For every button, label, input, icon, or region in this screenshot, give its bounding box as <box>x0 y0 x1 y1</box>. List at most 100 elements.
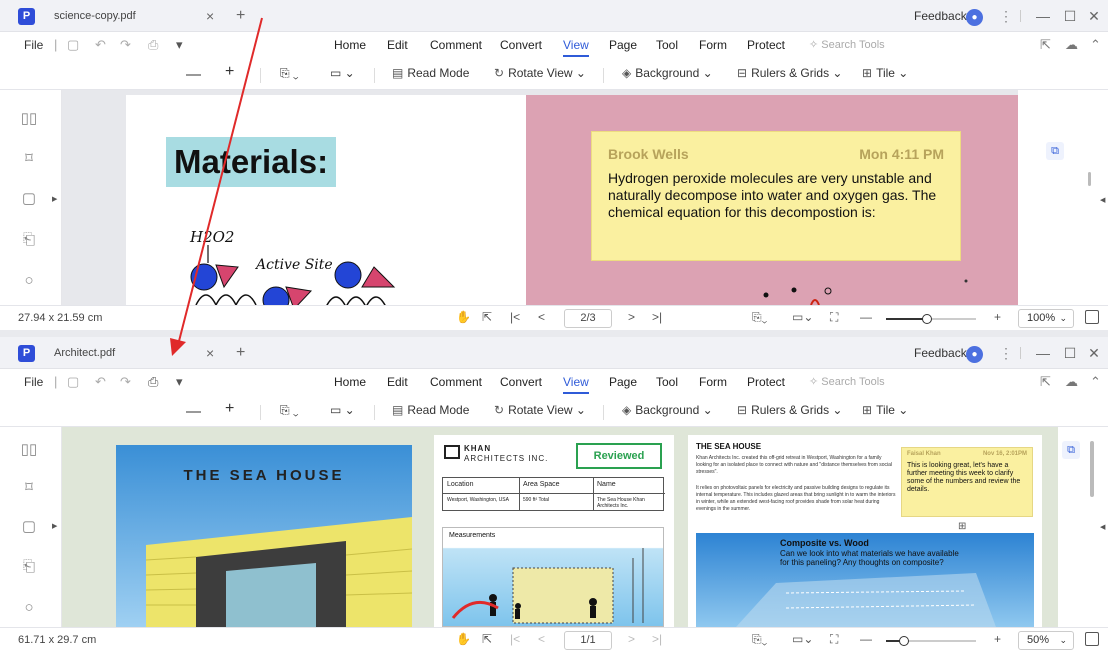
document-tab[interactable]: Architect.pdf <box>40 337 225 369</box>
page-display-dropdown[interactable]: ⎘ ⌄ <box>280 403 299 418</box>
save-icon[interactable]: ▢ <box>67 37 79 53</box>
redo-icon[interactable]: ↷ <box>120 37 131 53</box>
close-window-icon[interactable]: ✕ <box>1085 337 1103 369</box>
search-tools[interactable]: ✧ Search Tools <box>809 375 885 388</box>
first-page-icon[interactable]: |< <box>510 310 520 324</box>
attachment-icon[interactable]: ⎗ <box>20 231 38 249</box>
fit-page-dropdown-icon[interactable]: ⎘⌄ <box>752 632 767 647</box>
next-page-icon[interactable]: > <box>628 310 635 324</box>
maximize-icon[interactable]: ☐ <box>1061 337 1079 369</box>
menu-form[interactable]: Form <box>699 38 727 52</box>
note-resize-icon[interactable]: ⊞ <box>958 521 966 532</box>
zoom-slider[interactable] <box>886 314 976 324</box>
zoom-out-button[interactable]: — <box>186 66 201 83</box>
view-mode-dropdown[interactable]: ▭ ⌄ <box>330 403 355 417</box>
more-options-icon[interactable]: ⋮ <box>999 0 1013 32</box>
read-mode-button[interactable]: ▤ Read Mode <box>392 403 469 417</box>
view-mode-dropdown[interactable]: ▭ ⌄ <box>330 66 355 80</box>
menu-page[interactable]: Page <box>609 375 637 389</box>
new-tab-icon[interactable]: + <box>236 337 245 369</box>
menu-view[interactable]: View <box>563 38 589 57</box>
menu-page[interactable]: Page <box>609 38 637 52</box>
background-button[interactable]: ◈ Background ⌄ <box>622 66 713 80</box>
document-canvas[interactable]: THE SEA HOUSE KHAN ARCHITECTS INC. Revie… <box>62 427 1058 627</box>
rulers-grids-button[interactable]: ⊟ Rulers & Grids ⌄ <box>737 403 842 417</box>
fit-page-dropdown-icon[interactable]: ⎘⌄ <box>752 310 767 325</box>
zoom-level-dropdown[interactable]: 50% ⌄ <box>1018 631 1074 650</box>
search-panel-icon[interactable]: ○ <box>20 272 38 290</box>
thumbnails-icon[interactable]: ▯▯ <box>20 110 38 128</box>
fit-window-icon[interactable] <box>1085 310 1099 324</box>
comment-icon[interactable]: ▢ <box>20 190 38 208</box>
full-screen-icon[interactable]: ⛶ <box>830 310 838 325</box>
select-tool-icon[interactable]: ⇱ <box>482 310 492 324</box>
expand-sidebar-icon[interactable]: ▶ <box>52 195 57 203</box>
menu-protect[interactable]: Protect <box>747 375 785 389</box>
close-window-icon[interactable]: ✕ <box>1085 0 1103 32</box>
menu-tool[interactable]: Tool <box>656 375 678 389</box>
select-tool-icon[interactable]: ⇱ <box>482 632 492 646</box>
file-menu[interactable]: File <box>24 38 43 52</box>
zoom-in-icon[interactable]: + <box>994 310 1001 324</box>
rulers-grids-button[interactable]: ⊟ Rulers & Grids ⌄ <box>737 66 842 80</box>
first-page-icon[interactable]: |< <box>510 632 520 646</box>
page-display-dropdown[interactable]: ⎘ ⌄ <box>280 66 299 81</box>
expand-sidebar-icon[interactable]: ▶ <box>52 522 57 530</box>
menu-form[interactable]: Form <box>699 375 727 389</box>
previous-page-icon[interactable]: < <box>538 632 545 646</box>
page-number-input[interactable]: 1/1 <box>564 631 612 650</box>
new-tab-icon[interactable]: + <box>236 0 245 32</box>
zoom-in-button[interactable]: + <box>225 400 234 418</box>
undo-icon[interactable]: ↶ <box>95 37 106 53</box>
last-page-icon[interactable]: >| <box>652 632 662 646</box>
cloud-upload-icon[interactable]: ☁ <box>1065 374 1078 390</box>
zoom-in-icon[interactable]: + <box>994 632 1001 646</box>
attachment-icon[interactable]: ⎗ <box>20 558 38 576</box>
search-tools[interactable]: ✧ Search Tools <box>809 38 885 51</box>
menu-comment[interactable]: Comment <box>430 38 482 52</box>
background-button[interactable]: ◈ Background ⌄ <box>622 403 713 417</box>
vertical-scrollbar[interactable] <box>1088 172 1091 186</box>
print-icon[interactable]: ⎙ <box>148 374 158 390</box>
search-panel-icon[interactable]: ○ <box>20 599 38 617</box>
page-number-input[interactable]: 2/3 <box>564 309 612 328</box>
share-icon[interactable]: ⇱ <box>1040 374 1051 390</box>
menu-protect[interactable]: Protect <box>747 38 785 52</box>
read-mode-button[interactable]: ▤ Read Mode <box>392 66 469 80</box>
print-icon[interactable]: ⎙ <box>148 37 158 53</box>
bookmark-icon[interactable]: ⌑ <box>20 150 38 168</box>
menu-convert[interactable]: Convert <box>500 375 542 389</box>
quick-access-dropdown-icon[interactable]: ▾ <box>176 374 183 390</box>
collapse-right-panel-icon[interactable]: ◀ <box>1100 196 1105 204</box>
tab-close-icon[interactable]: × <box>206 0 214 32</box>
minimize-icon[interactable]: — <box>1034 337 1052 369</box>
file-menu[interactable]: File <box>24 375 43 389</box>
zoom-slider-knob[interactable] <box>899 636 909 646</box>
rotate-view-button[interactable]: ↻ Rotate View ⌄ <box>494 403 586 417</box>
document-canvas[interactable]: Materials: H2O2 Active Site Brook Wells … <box>62 90 1018 305</box>
quick-access-dropdown-icon[interactable]: ▾ <box>176 37 183 53</box>
collapse-ribbon-icon[interactable]: ⌃ <box>1090 374 1101 390</box>
fit-window-icon[interactable] <box>1085 632 1099 646</box>
zoom-out-icon[interactable]: — <box>860 310 872 324</box>
menu-comment[interactable]: Comment <box>430 375 482 389</box>
display-mode-dropdown-icon[interactable]: ▭⌄ <box>792 632 813 646</box>
user-avatar-icon[interactable]: ● <box>966 9 983 26</box>
menu-convert[interactable]: Convert <box>500 38 542 52</box>
tab-close-icon[interactable]: × <box>206 337 214 369</box>
menu-home[interactable]: Home <box>334 38 366 52</box>
vertical-scrollbar[interactable] <box>1090 441 1094 497</box>
menu-home[interactable]: Home <box>334 375 366 389</box>
document-tab[interactable]: science-copy.pdf <box>40 0 225 32</box>
tile-button[interactable]: ⊞ Tile ⌄ <box>862 66 908 80</box>
collapse-right-panel-icon[interactable]: ◀ <box>1100 523 1105 531</box>
collapse-ribbon-icon[interactable]: ⌃ <box>1090 37 1101 53</box>
menu-tool[interactable]: Tool <box>656 38 678 52</box>
user-avatar-icon[interactable]: ● <box>966 346 983 363</box>
zoom-in-button[interactable]: + <box>225 63 234 81</box>
tile-button[interactable]: ⊞ Tile ⌄ <box>862 403 908 417</box>
minimize-icon[interactable]: — <box>1034 0 1052 32</box>
zoom-level-dropdown[interactable]: 100% ⌄ <box>1018 309 1074 328</box>
hand-tool-icon[interactable]: ✋ <box>456 632 471 646</box>
last-page-icon[interactable]: >| <box>652 310 662 324</box>
